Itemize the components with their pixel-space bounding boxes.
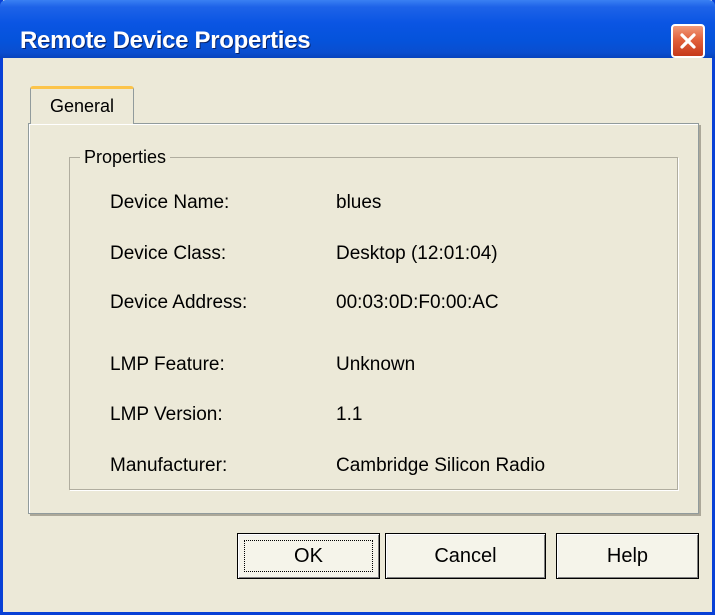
help-button-label: Help (606, 544, 649, 567)
help-button[interactable]: Help (556, 533, 699, 579)
cancel-button[interactable]: Cancel (385, 533, 546, 579)
device-address-label: Device Address: (110, 292, 248, 313)
device-class-label: Device Class: (110, 243, 227, 264)
device-name-label: Device Name: (110, 192, 230, 213)
focus-rectangle (244, 540, 373, 572)
tab-general[interactable]: General (30, 86, 134, 124)
close-button[interactable] (671, 24, 705, 58)
lmp-feature-value: Unknown (336, 354, 416, 375)
ok-button[interactable]: OK (237, 533, 380, 579)
manufacturer-value: Cambridge Silicon Radio (336, 455, 546, 476)
properties-groupbox: Properties Device Name: blues Device Cla… (69, 146, 678, 490)
manufacturer-label: Manufacturer: (110, 455, 228, 476)
close-icon (680, 33, 696, 49)
title-bar[interactable]: Remote Device Properties (0, 0, 715, 58)
dialog-window: Remote Device Properties General Propert… (0, 0, 715, 615)
cancel-button-label: Cancel (434, 544, 497, 567)
window-title: Remote Device Properties (20, 27, 311, 54)
device-class-value: Desktop (12:01:04) (336, 243, 498, 264)
properties-group-label: Properties (80, 146, 171, 168)
device-name-value: blues (336, 192, 382, 213)
tab-panel-general: Properties Device Name: blues Device Cla… (28, 123, 699, 514)
lmp-version-value: 1.1 (336, 404, 363, 425)
lmp-feature-label: LMP Feature: (110, 354, 225, 375)
device-address-value: 00:03:0D:F0:00:AC (336, 292, 499, 313)
lmp-version-label: LMP Version: (110, 404, 223, 425)
